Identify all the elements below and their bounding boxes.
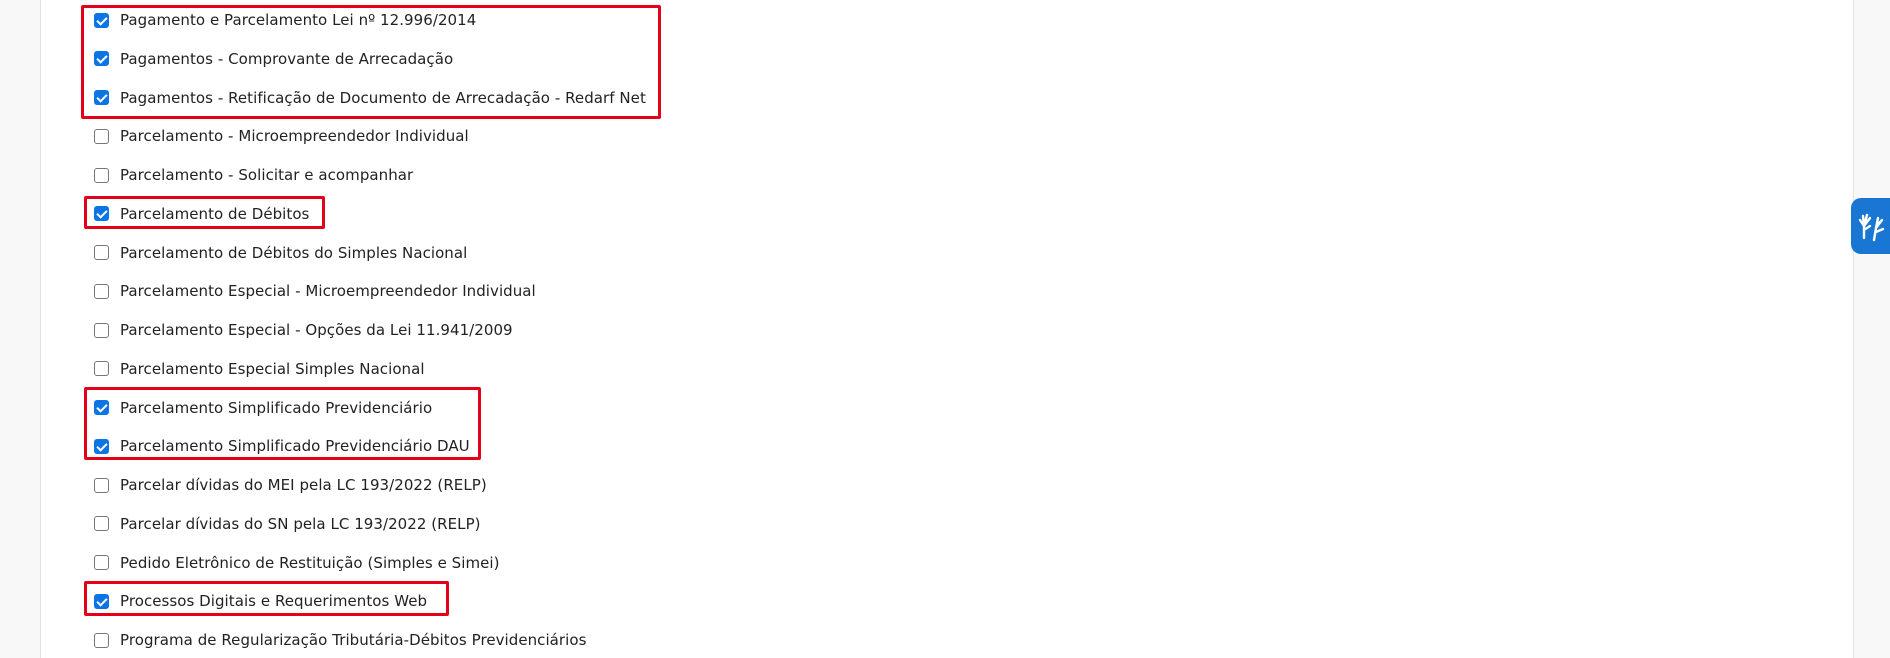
service-option-label[interactable]: Parcelamento Especial Simples Nacional xyxy=(120,360,425,378)
service-option-row[interactable]: Pagamentos - Retificação de Documento de… xyxy=(94,86,646,110)
service-option-label[interactable]: Parcelamento - Solicitar e acompanhar xyxy=(120,166,413,184)
checkbox-unchecked[interactable] xyxy=(94,632,109,648)
service-option-row[interactable]: Parcelar dívidas do SN pela LC 193/2022 … xyxy=(94,512,481,536)
checkbox-unchecked[interactable] xyxy=(94,516,109,532)
service-option-row[interactable]: Parcelamento de Débitos xyxy=(94,202,309,226)
service-option-label[interactable]: Pagamentos - Comprovante de Arrecadação xyxy=(120,50,453,68)
service-option-label[interactable]: Parcelamento de Débitos do Simples Nacio… xyxy=(120,244,467,262)
service-option-row[interactable]: Parcelamento - Solicitar e acompanhar xyxy=(94,163,413,187)
service-option-label[interactable]: Pedido Eletrônico de Restituição (Simple… xyxy=(120,554,500,572)
service-option-label[interactable]: Processos Digitais e Requerimentos Web xyxy=(120,592,427,610)
service-option-label[interactable]: Parcelar dívidas do SN pela LC 193/2022 … xyxy=(120,515,481,533)
checkbox-unchecked[interactable] xyxy=(94,555,109,570)
sign-language-hands-icon xyxy=(1858,213,1884,242)
checkbox-checked[interactable] xyxy=(94,90,109,105)
service-option-row[interactable]: Pagamentos - Comprovante de Arrecadação xyxy=(94,47,453,71)
checkbox-checked[interactable] xyxy=(94,400,109,415)
service-option-row[interactable]: Parcelamento Especial - Microempreendedo… xyxy=(94,279,536,303)
checkbox-checked[interactable] xyxy=(94,206,109,222)
checkbox-checked[interactable] xyxy=(94,51,109,67)
checkbox-unchecked[interactable] xyxy=(94,167,109,183)
service-option-label[interactable]: Parcelamento Especial - Opções da Lei 11… xyxy=(120,321,513,339)
checkbox-unchecked[interactable] xyxy=(94,477,109,493)
service-option-label[interactable]: Pagamentos - Retificação de Documento de… xyxy=(120,89,646,107)
service-option-row[interactable]: Pagamento e Parcelamento Lei nº 12.996/2… xyxy=(94,8,476,32)
service-option-label[interactable]: Pagamento e Parcelamento Lei nº 12.996/2… xyxy=(120,11,476,29)
service-option-row[interactable]: Parcelamento - Microempreendedor Individ… xyxy=(94,124,469,148)
service-option-row[interactable]: Parcelamento Simplificado Previdenciário xyxy=(94,396,432,420)
checkbox-checked[interactable] xyxy=(94,12,109,28)
service-option-label[interactable]: Parcelamento Simplificado Previdenciário… xyxy=(120,437,470,455)
checkbox-unchecked[interactable] xyxy=(94,245,109,260)
checkbox-checked[interactable] xyxy=(94,593,109,609)
service-option-label[interactable]: Parcelar dívidas do MEI pela LC 193/2022… xyxy=(120,476,487,494)
checkbox-unchecked[interactable] xyxy=(94,283,109,299)
service-option-label[interactable]: Parcelamento Especial - Microempreendedo… xyxy=(120,282,536,300)
service-option-label[interactable]: Parcelamento - Microempreendedor Individ… xyxy=(120,127,469,145)
checkbox-checked[interactable] xyxy=(94,438,109,454)
service-option-row[interactable]: Parcelamento Especial - Opções da Lei 11… xyxy=(94,318,513,342)
service-option-label[interactable]: Programa de Regularização Tributária-Déb… xyxy=(120,631,586,649)
service-option-row[interactable]: Parcelar dívidas do MEI pela LC 193/2022… xyxy=(94,473,487,497)
service-option-row[interactable]: Processos Digitais e Requerimentos Web xyxy=(94,589,427,613)
service-option-row[interactable]: Pedido Eletrônico de Restituição (Simple… xyxy=(94,551,500,575)
service-option-row[interactable]: Programa de Regularização Tributária-Déb… xyxy=(94,628,586,652)
service-option-row[interactable]: Parcelamento Simplificado Previdenciário… xyxy=(94,434,470,458)
accessibility-widget-button[interactable] xyxy=(1851,198,1890,254)
service-option-row[interactable]: Parcelamento de Débitos do Simples Nacio… xyxy=(94,241,467,265)
checkbox-unchecked[interactable] xyxy=(94,361,109,377)
service-option-row[interactable]: Parcelamento Especial Simples Nacional xyxy=(94,357,425,381)
checkbox-unchecked[interactable] xyxy=(94,322,109,338)
checkbox-unchecked[interactable] xyxy=(94,128,109,144)
service-option-label[interactable]: Parcelamento Simplificado Previdenciário xyxy=(120,399,432,417)
service-option-label[interactable]: Parcelamento de Débitos xyxy=(120,205,309,223)
